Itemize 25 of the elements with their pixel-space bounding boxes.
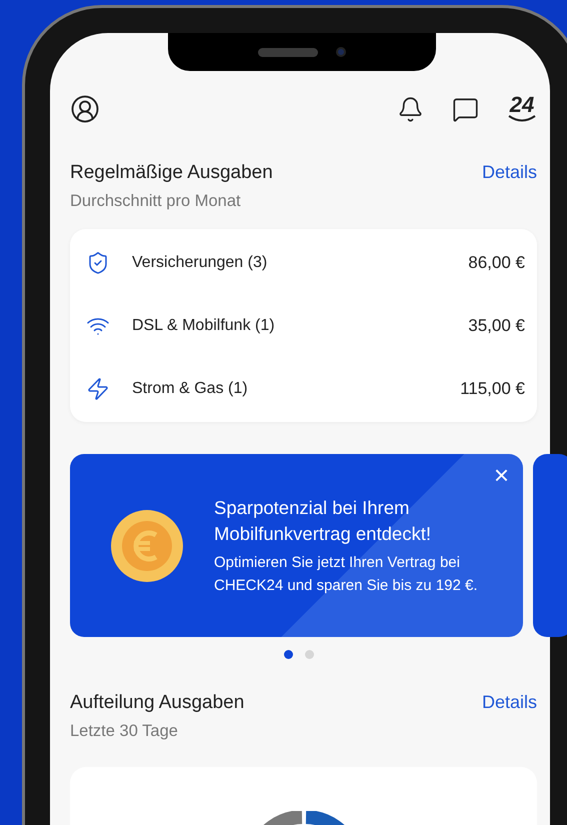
close-button[interactable]: × [494, 462, 509, 488]
expense-amount: 35,00 € [468, 314, 525, 337]
speaker-icon [258, 48, 318, 56]
promo-banner[interactable]: Sparpotenzial bei Ihrem Mobilfunkvertrag entdeckt! Optimieren Sie jetzt Ihren Vertrag bei CHECK24 und sparen Sie bis zu 192 €. × [70, 454, 523, 637]
section-title: Regelmäßige Ausgaben [70, 161, 273, 185]
logo-button[interactable]: 24 [507, 95, 537, 123]
details-link[interactable]: Details [482, 161, 537, 183]
expense-label[interactable]: DSL & Mobilfunk (1) [132, 314, 275, 338]
section-title: Aufteilung Ausgaben [70, 691, 244, 715]
expense-label[interactable]: Versicherungen (3) [132, 250, 268, 274]
section-subtitle: Letzte 30 Tage [70, 721, 179, 742]
expense-label[interactable]: Strom & Gas (1) [132, 376, 248, 400]
camera-icon [336, 47, 346, 57]
promo-text: Optimieren Sie jetzt Ihren Vertrag bei CHECK24 und sparen Sie bis zu 192 €. [214, 552, 478, 596]
details-link[interactable]: Details [482, 691, 537, 713]
lightning-icon [86, 376, 110, 400]
section-subtitle: Durchschnitt pro Monat [70, 191, 242, 212]
promo-title: Sparpotenzial bei Ihrem Mobilfunkvertrag entdeckt! [214, 496, 432, 546]
profile-icon[interactable] [70, 94, 100, 124]
notification-icon[interactable] [397, 96, 424, 122]
euro-coin-icon [110, 508, 184, 582]
expense-amount: 115,00 € [460, 378, 525, 400]
expense-amount: 86,00 € [468, 252, 525, 274]
swoosh-icon [507, 115, 537, 123]
chat-icon[interactable] [452, 96, 479, 122]
